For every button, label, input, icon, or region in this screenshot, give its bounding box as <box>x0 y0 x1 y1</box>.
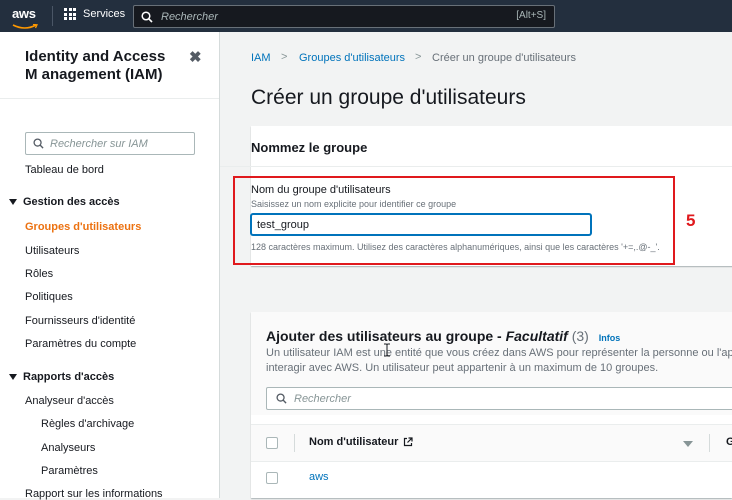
add-users-title: Ajouter des utilisateurs au groupe - Fac… <box>266 328 620 344</box>
column-header-username[interactable]: Nom d'utilisateur <box>309 436 414 448</box>
sidebar-item-roles[interactable]: Rôles <box>25 268 53 280</box>
sidebar: Identity and Access M anagement (IAM) ✖ … <box>0 32 220 500</box>
sidebar-section-access-management[interactable]: Gestion des accès <box>9 196 120 208</box>
highlight-box <box>233 176 675 265</box>
top-navigation-bar: aws Services [Alt+S] <box>0 0 732 32</box>
external-link-icon <box>404 437 414 447</box>
search-icon <box>141 10 153 23</box>
sidebar-item-users[interactable]: Utilisateurs <box>25 245 79 257</box>
text-cursor-icon <box>384 343 390 357</box>
name-section-title: Nommez le groupe <box>251 140 368 155</box>
page-title: Créer un groupe d'utilisateurs <box>251 86 526 109</box>
sidebar-item-identity-providers[interactable]: Fournisseurs d'identité <box>25 315 135 327</box>
sidebar-item-access-analyzer[interactable]: Analyseur d'accès <box>25 395 114 407</box>
sidebar-divider <box>0 98 219 99</box>
sidebar-item-archive-rules[interactable]: Règles d'archivage <box>41 418 134 430</box>
users-table-header: Nom d'utilisateur G <box>251 424 732 462</box>
add-users-description: Un utilisateur IAM est une entité que vo… <box>266 346 732 376</box>
users-search-input[interactable] <box>294 392 494 405</box>
breadcrumb-current: Créer un groupe d'utilisateurs <box>432 52 576 64</box>
breadcrumb-separator: > <box>415 51 422 63</box>
step-number-annotation: 5 <box>686 211 696 230</box>
sidebar-item-analyzer-settings[interactable]: Paramètres <box>41 465 98 477</box>
sidebar-search-input[interactable] <box>50 137 180 150</box>
global-search-bar[interactable]: [Alt+S] <box>133 5 555 28</box>
breadcrumb-iam[interactable]: IAM <box>251 52 271 64</box>
description-line: Un utilisateur IAM est une entité que vo… <box>266 347 732 359</box>
sidebar-title: Identity and Access M anagement (IAM) <box>25 48 166 83</box>
sidebar-item-account-settings[interactable]: Paramètres du compte <box>25 338 136 350</box>
services-label: Services <box>83 8 126 20</box>
column-divider <box>294 434 295 452</box>
users-search[interactable] <box>266 387 732 410</box>
caret-down-icon <box>9 199 17 205</box>
close-icon[interactable]: ✖ <box>189 48 202 66</box>
sort-descending-icon[interactable] <box>683 441 693 447</box>
info-link[interactable]: Infos <box>599 333 621 343</box>
topbar-divider <box>52 6 53 26</box>
sidebar-item-dashboard[interactable]: Tableau de bord <box>25 164 104 176</box>
sidebar-item-report-info[interactable]: Rapport sur les informations <box>25 488 163 500</box>
search-icon <box>276 393 287 404</box>
search-shortcut-hint: [Alt+S] <box>516 10 546 21</box>
card-divider <box>220 166 732 167</box>
select-all-checkbox[interactable] <box>266 437 278 449</box>
add-users-title-text: Ajouter des utilisateurs au groupe - <box>266 328 502 344</box>
add-users-card: Ajouter des utilisateurs au groupe - Fac… <box>251 312 732 498</box>
grid-icon <box>64 8 76 20</box>
section-title: Gestion des accès <box>23 196 120 208</box>
sidebar-section-access-reports[interactable]: Rapports d'accès <box>9 371 115 383</box>
row-checkbox[interactable] <box>266 472 278 484</box>
caret-down-icon <box>9 374 17 380</box>
sidebar-search[interactable] <box>25 132 195 155</box>
column-header-groups[interactable]: G <box>726 436 732 448</box>
sidebar-item-analyzers[interactable]: Analyseurs <box>41 442 95 454</box>
section-title: Rapports d'accès <box>23 371 115 383</box>
column-divider <box>709 434 710 452</box>
users-count: (3) <box>571 328 589 344</box>
description-line: interagir avec AWS. Un utilisateur peut … <box>266 362 659 374</box>
services-menu-button[interactable]: Services <box>64 8 125 20</box>
aws-logo[interactable]: aws <box>12 5 42 29</box>
global-search-input[interactable] <box>161 10 501 23</box>
sidebar-item-user-groups[interactable]: Groupes d'utilisateurs <box>25 221 141 233</box>
table-row-username[interactable]: aws <box>309 471 329 483</box>
breadcrumb-separator: > <box>281 51 288 63</box>
aws-logo-text: aws <box>12 6 36 21</box>
search-icon <box>33 138 44 149</box>
add-users-header: Ajouter des utilisateurs au groupe - Fac… <box>251 312 732 415</box>
optional-label: Facultatif <box>505 328 568 344</box>
breadcrumb-user-groups[interactable]: Groupes d'utilisateurs <box>299 52 405 64</box>
column-label: Nom d'utilisateur <box>309 436 399 448</box>
aws-smile-icon <box>12 24 38 29</box>
sidebar-item-policies[interactable]: Politiques <box>25 291 73 303</box>
